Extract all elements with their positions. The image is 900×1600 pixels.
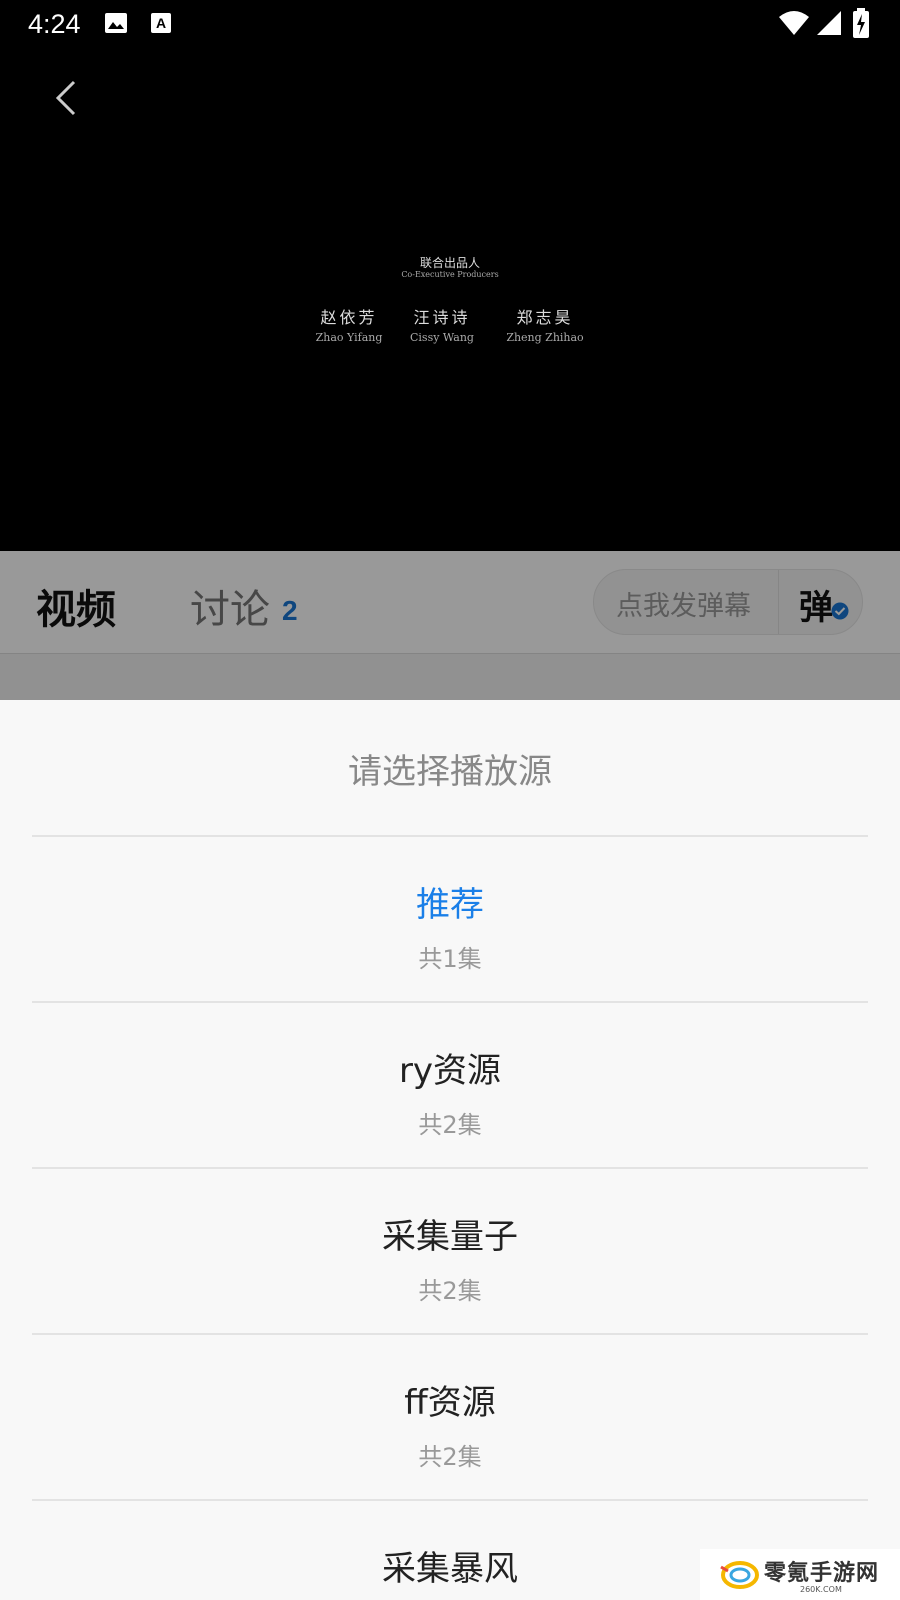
source-name: 采集量子 xyxy=(382,1217,518,1257)
source-picker-sheet: 请选择播放源 推荐 共1集 ry资源 共2集 采集量子 共2集 ff资源 共2集… xyxy=(0,700,900,1600)
watermark-text: 零氪手游网 xyxy=(764,1561,880,1586)
source-episode-count: 共2集 xyxy=(418,1277,482,1305)
credit-person-cn: 郑志昊 xyxy=(516,308,574,327)
source-item-ff[interactable]: ff资源 共2集 xyxy=(32,1335,868,1501)
source-item-recommend[interactable]: 推荐 共1集 xyxy=(32,837,868,1003)
watermark-swirl-icon xyxy=(718,1557,760,1597)
source-episode-count: 共1集 xyxy=(418,945,482,973)
credit-person-en: Zheng Zhihao xyxy=(506,331,584,344)
credits-title: 联合出品人 xyxy=(419,256,480,270)
video-player[interactable]: 联合出品人 Co-Executive Producers 赵依芳 Zhao Yi… xyxy=(0,48,900,551)
source-episode-count: 共2集 xyxy=(418,1111,482,1139)
signal-icon xyxy=(816,10,842,40)
watermark-subtext: 260K.COM xyxy=(800,1585,842,1594)
battery-charging-icon xyxy=(852,8,870,42)
dim-overlay[interactable] xyxy=(0,551,900,700)
credit-person-en: Cissy Wang xyxy=(410,331,474,344)
credits-subtitle: Co-Executive Producers xyxy=(401,270,499,279)
status-bar: 4:24 A xyxy=(0,0,900,48)
image-icon xyxy=(104,12,128,38)
source-item-ry[interactable]: ry资源 共2集 xyxy=(32,1003,868,1169)
credit-person: 汪诗诗 Cissy Wang xyxy=(382,304,502,344)
chevron-left-icon xyxy=(46,80,90,124)
back-button[interactable] xyxy=(46,76,90,120)
a-notification-icon: A xyxy=(150,12,172,38)
source-name: 推荐 xyxy=(416,885,484,925)
source-episode-count: 共2集 xyxy=(418,1443,482,1471)
source-name: ry资源 xyxy=(398,1051,502,1091)
sheet-title: 请选择播放源 xyxy=(348,752,552,792)
source-name: ff资源 xyxy=(404,1383,496,1423)
status-time: 4:24 xyxy=(28,9,81,39)
credit-person: 郑志昊 Zheng Zhihao xyxy=(485,304,605,344)
watermark-logo: 零氪手游网 260K.COM xyxy=(700,1549,900,1600)
credit-person-cn: 汪诗诗 xyxy=(413,308,471,327)
svg-text:A: A xyxy=(156,15,166,31)
source-item-liangzi[interactable]: 采集量子 共2集 xyxy=(32,1169,868,1335)
wifi-icon xyxy=(778,10,810,40)
